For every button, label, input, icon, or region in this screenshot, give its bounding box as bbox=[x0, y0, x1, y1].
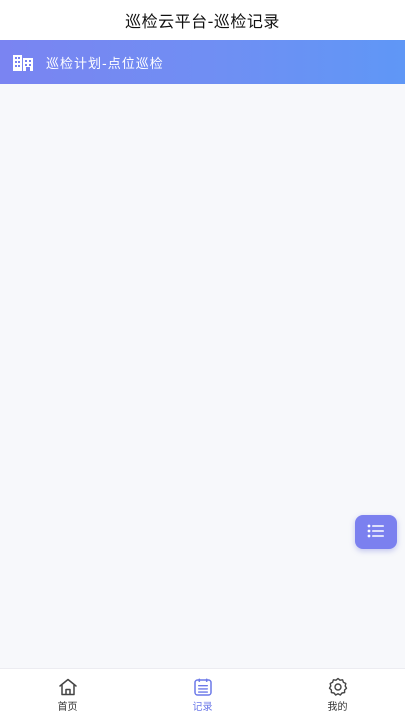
title-bar: 巡检云平台-巡检记录 bbox=[0, 0, 405, 40]
page-title: 巡检云平台-巡检记录 bbox=[125, 12, 280, 31]
records-content-area bbox=[0, 84, 405, 668]
tab-mine-label: 我的 bbox=[327, 702, 348, 713]
building-icon bbox=[10, 52, 36, 72]
tab-home[interactable]: 首页 bbox=[0, 669, 135, 721]
banner-label: 巡检计划-点位巡检 bbox=[46, 56, 164, 72]
tab-mine[interactable]: 我的 bbox=[270, 669, 405, 721]
plan-banner[interactable]: 巡检计划-点位巡检 bbox=[0, 40, 405, 84]
tab-home-label: 首页 bbox=[57, 702, 78, 713]
record-icon bbox=[192, 677, 214, 697]
bottom-tab-bar: 首页 记录 我的 bbox=[0, 668, 405, 721]
list-menu-button[interactable] bbox=[355, 515, 397, 549]
list-icon bbox=[367, 523, 385, 542]
home-icon bbox=[57, 677, 79, 697]
gear-icon bbox=[327, 677, 349, 697]
tab-records-label: 记录 bbox=[192, 702, 213, 713]
tab-records[interactable]: 记录 bbox=[135, 669, 270, 721]
